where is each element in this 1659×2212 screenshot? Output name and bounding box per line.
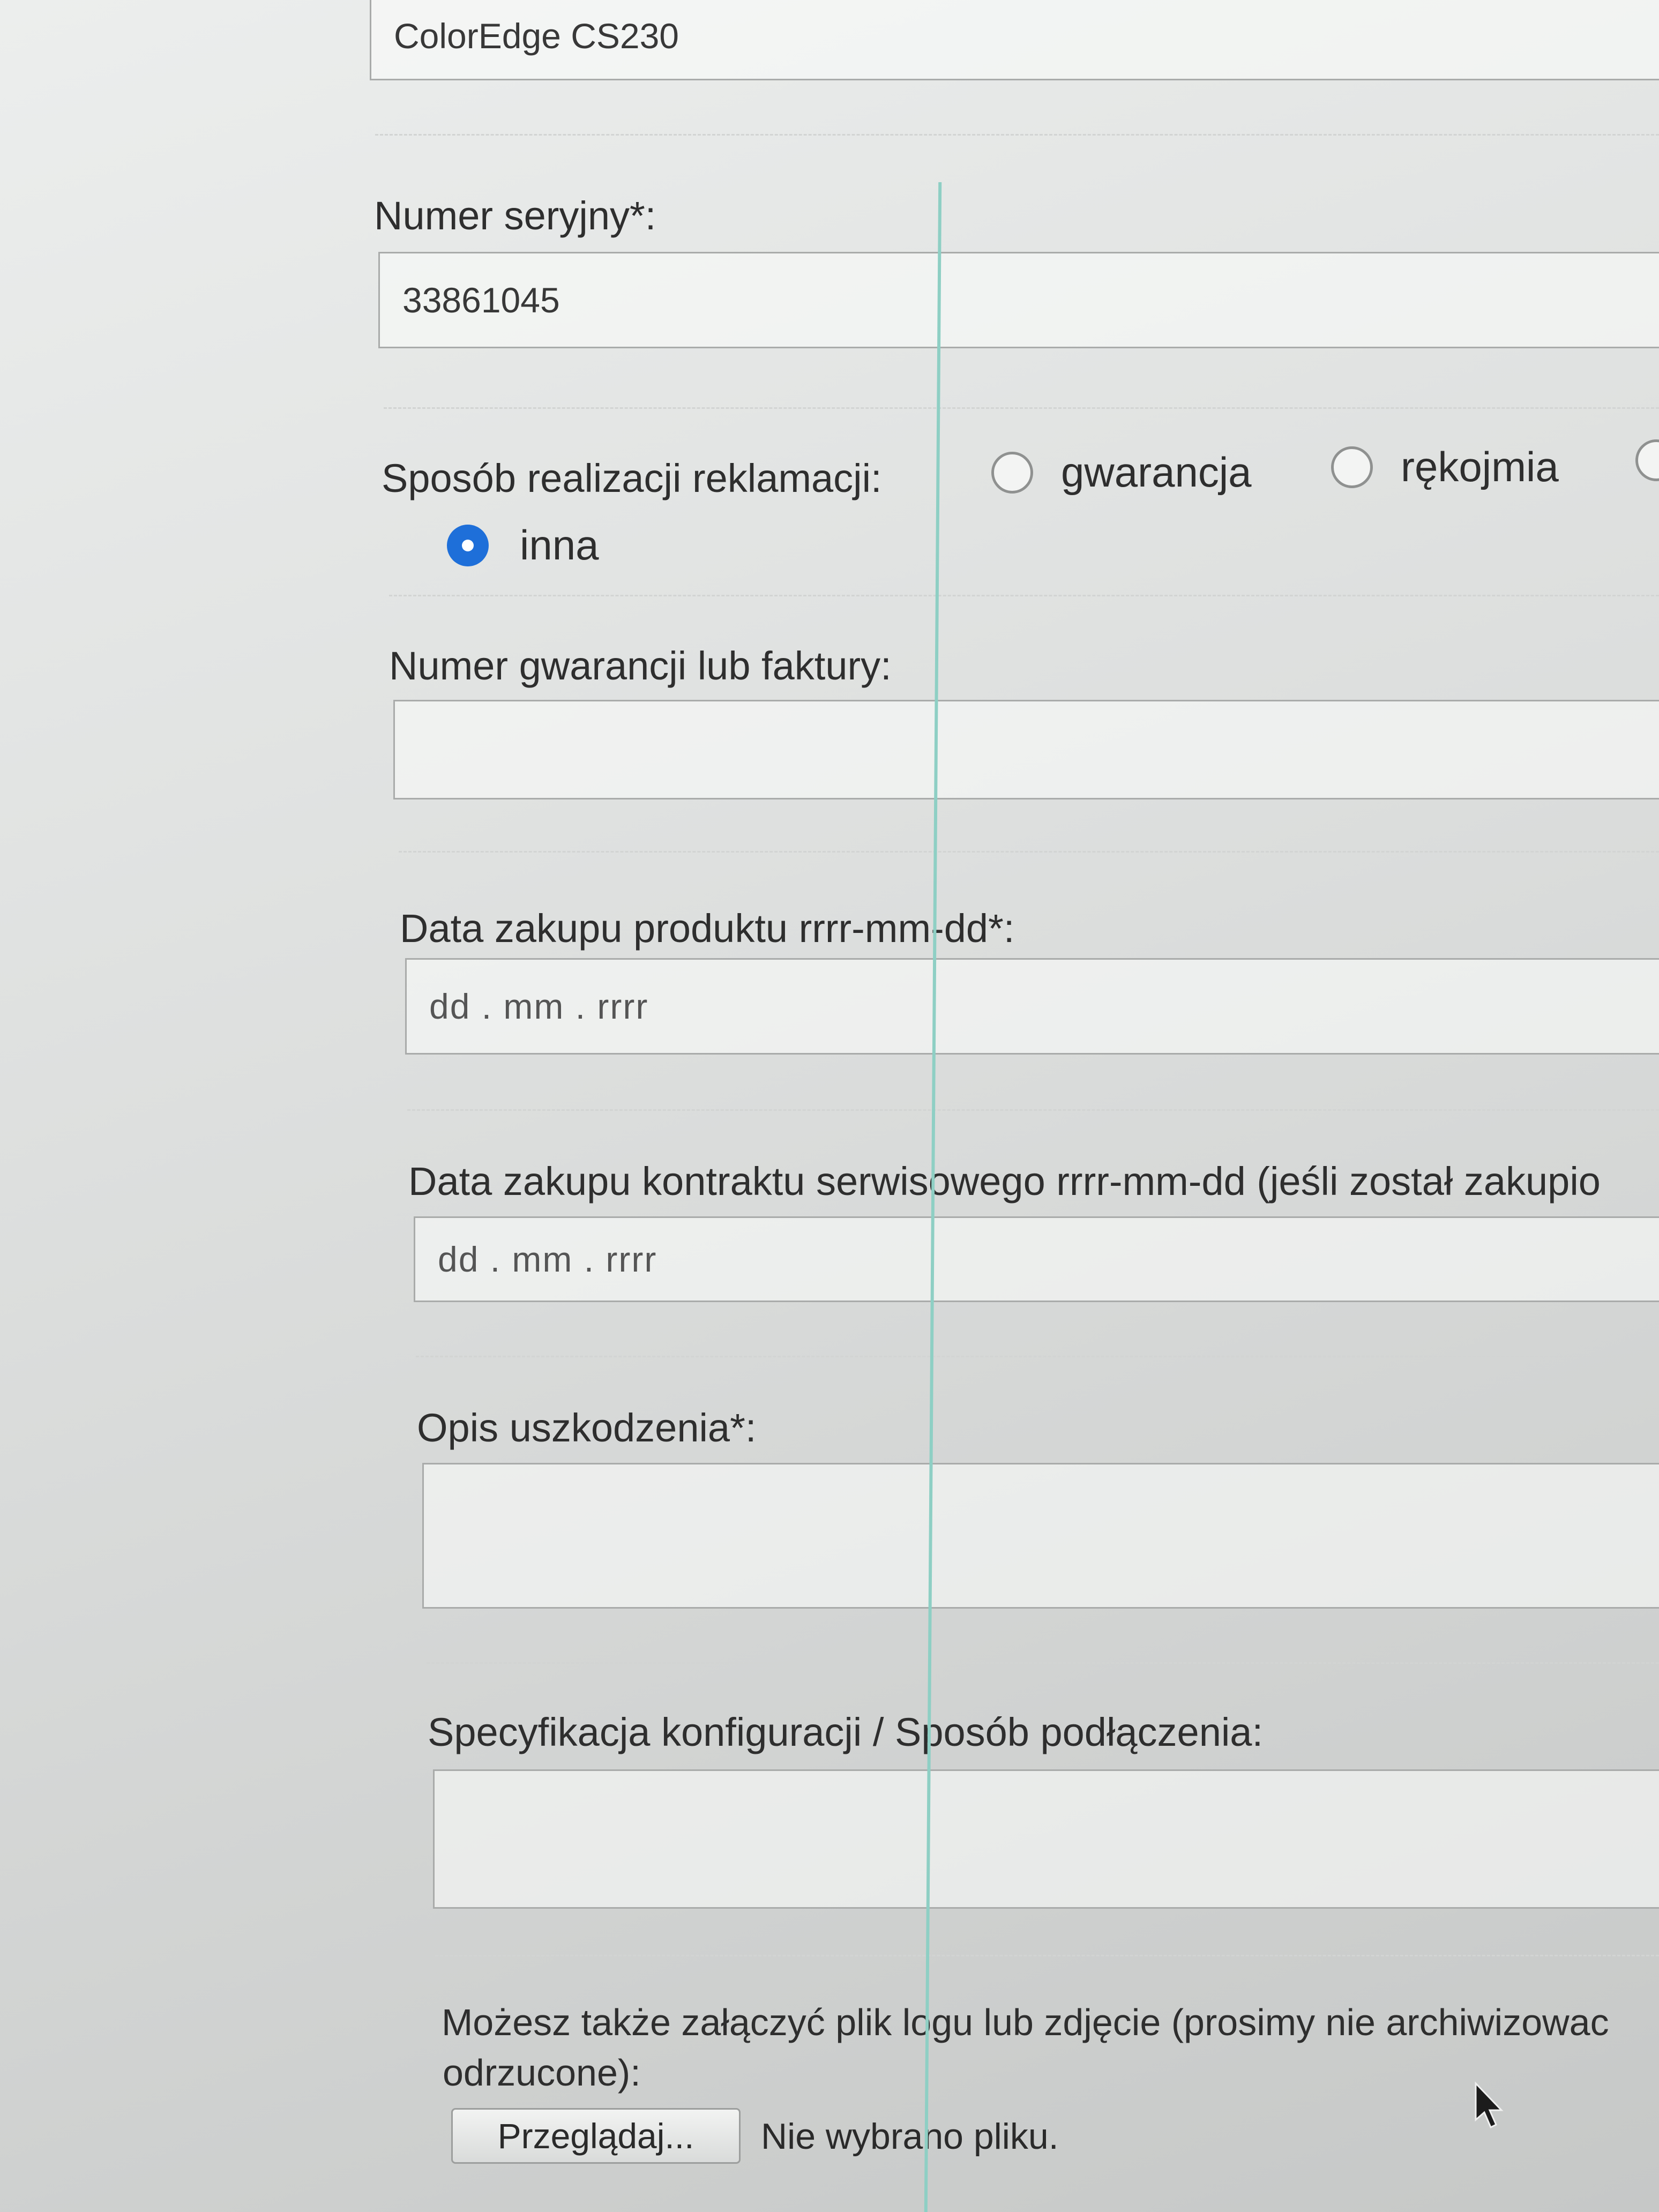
file-status-text: Nie wybrano pliku. xyxy=(761,2116,1059,2157)
model-input[interactable]: ColorEdge CS230 xyxy=(370,0,1659,80)
serial-label: Numer seryjny*: xyxy=(374,193,656,238)
radio-cropped-partial[interactable] xyxy=(1635,439,1659,481)
damage-description-label: Opis uszkodzenia*: xyxy=(417,1406,757,1450)
radio-option-inna[interactable]: inna xyxy=(447,521,599,570)
serial-input[interactable]: 33861045 xyxy=(378,252,1659,348)
radio-rekojmia[interactable] xyxy=(1331,446,1373,488)
warranty-number-input[interactable] xyxy=(393,700,1659,799)
separator xyxy=(416,1356,1659,1357)
radio-option-gwarancja[interactable]: gwarancja xyxy=(991,448,1252,497)
warranty-number-label: Numer gwarancji lub faktury: xyxy=(389,644,892,688)
radio-label-rekojmia: rękojmia xyxy=(1401,443,1559,490)
complaint-form: ColorEdge CS230 Numer seryjny*: 33861045… xyxy=(0,0,1659,2212)
radio-option-rekojmia[interactable]: rękojmia xyxy=(1331,443,1559,491)
radio-label-gwarancja: gwarancja xyxy=(1061,449,1252,496)
radio-gwarancja[interactable] xyxy=(991,451,1033,494)
separator xyxy=(435,1955,1659,1956)
model-value: ColorEdge CS230 xyxy=(394,16,679,56)
contract-date-label: Data zakupu kontraktu serwisowego rrrr-m… xyxy=(408,1159,1601,1204)
contract-date-input[interactable]: dd . mm . rrrr xyxy=(414,1216,1659,1302)
radio-label-inna: inna xyxy=(520,521,599,569)
separator xyxy=(384,407,1659,409)
separator xyxy=(399,851,1659,853)
browse-button[interactable]: Przeglądaj... xyxy=(451,2108,741,2164)
purchase-date-label: Data zakupu produktu rrrr-mm-dd*: xyxy=(400,906,1015,951)
attachment-text-line2: odrzucone): xyxy=(443,2052,641,2094)
separator xyxy=(375,134,1659,136)
configuration-textarea[interactable] xyxy=(433,1769,1659,1909)
separator xyxy=(389,595,1659,596)
separator xyxy=(407,1109,1659,1111)
purchase-date-placeholder: dd . mm . rrrr xyxy=(429,987,649,1026)
configuration-label: Specyfikacja konfiguracji / Sposób podłą… xyxy=(428,1710,1264,1754)
radio-inna[interactable] xyxy=(447,524,489,566)
serial-value: 33861045 xyxy=(402,280,560,320)
claim-method-label: Sposób realizacji reklamacji: xyxy=(382,456,882,500)
contract-date-placeholder: dd . mm . rrrr xyxy=(438,1239,657,1279)
damage-description-textarea[interactable] xyxy=(422,1463,1659,1609)
screen: ColorEdge CS230 Numer seryjny*: 33861045… xyxy=(0,0,1659,2212)
mouse-pointer-icon xyxy=(1473,2081,1510,2129)
purchase-date-input[interactable]: dd . mm . rrrr xyxy=(405,958,1659,1055)
attachment-text-line1: Możesz także załączyć plik logu lub zdję… xyxy=(442,2001,1609,2043)
separator xyxy=(427,1662,1659,1664)
